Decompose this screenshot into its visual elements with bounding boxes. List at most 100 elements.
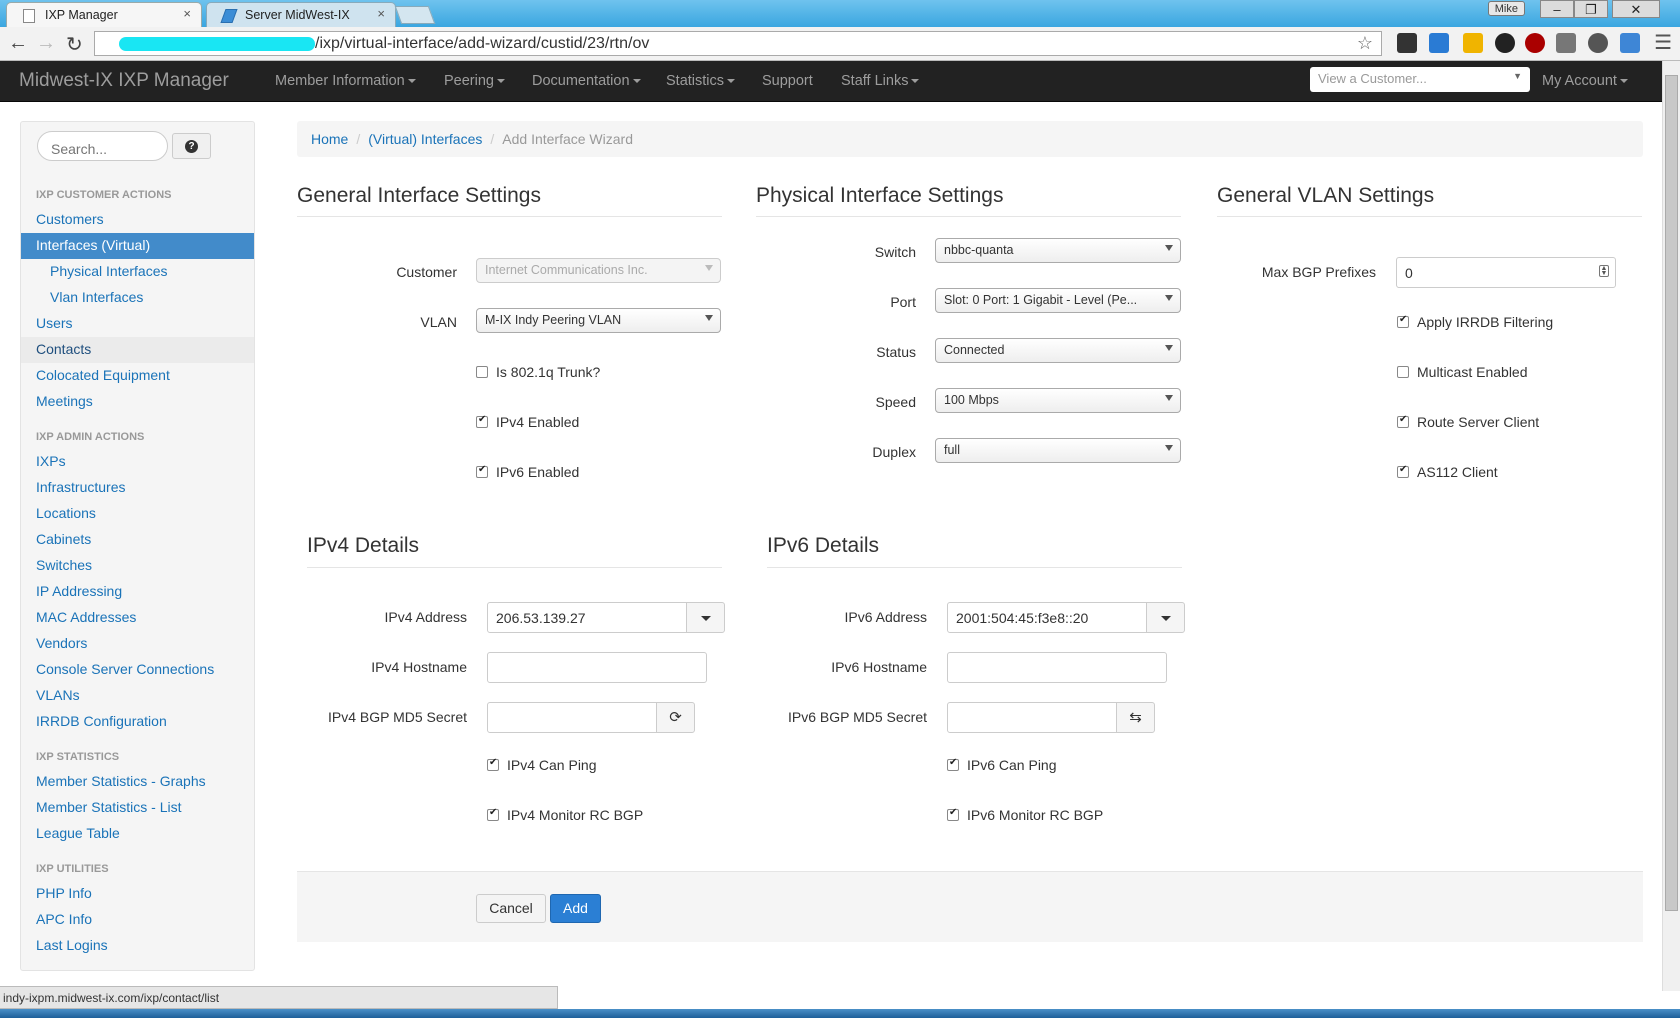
new-tab-button[interactable] bbox=[394, 6, 436, 24]
scrollbar-thumb[interactable] bbox=[1665, 75, 1678, 911]
extension-icon[interactable] bbox=[1556, 33, 1576, 53]
extension-icon[interactable] bbox=[1463, 33, 1483, 53]
clock-icon[interactable] bbox=[1588, 33, 1608, 53]
sidebar-item-physical-interfaces[interactable]: Physical Interfaces bbox=[21, 259, 254, 285]
nav-support[interactable]: Support bbox=[762, 73, 813, 89]
checkbox-box[interactable] bbox=[1397, 314, 1409, 328]
add-button[interactable]: Add bbox=[550, 894, 601, 923]
trunk-checkbox[interactable]: Is 802.1q Trunk? bbox=[476, 364, 600, 380]
switch-select[interactable]: nbbc-quanta bbox=[935, 238, 1181, 263]
number-spinner-icon[interactable]: ▲ ▼ bbox=[1599, 265, 1609, 277]
sidebar-item-mac-addresses[interactable]: MAC Addresses bbox=[21, 605, 254, 631]
sidebar-item-member-statistics-graphs[interactable]: Member Statistics - Graphs bbox=[21, 769, 254, 795]
ipv4-monitor-rc-bgp-checkbox[interactable]: IPv4 Monitor RC BGP bbox=[487, 807, 643, 823]
sidebar-item-cabinets[interactable]: Cabinets bbox=[21, 527, 254, 553]
ipv6-md5-generate-button[interactable]: ⇆ bbox=[1116, 702, 1155, 733]
sidebar-item-colocated-equipment[interactable]: Colocated Equipment bbox=[21, 363, 254, 389]
checkbox-box[interactable] bbox=[476, 414, 488, 428]
ipv4-address-input[interactable] bbox=[487, 602, 687, 633]
profile-badge[interactable]: Mike bbox=[1487, 1, 1525, 16]
sidebar-item-infrastructures[interactable]: Infrastructures bbox=[21, 475, 254, 501]
brand[interactable]: Midwest-IX IXP Manager bbox=[19, 70, 229, 92]
sidebar-item-league-table[interactable]: League Table bbox=[21, 821, 254, 847]
sidebar-item-last-logins[interactable]: Last Logins bbox=[21, 933, 254, 959]
ipv4-address-dropdown-button[interactable] bbox=[686, 602, 725, 633]
forward-arrow-icon[interactable]: → bbox=[36, 32, 56, 55]
search-help-button[interactable]: ? bbox=[172, 133, 211, 159]
duplex-select[interactable]: full bbox=[935, 438, 1181, 463]
browser-tab-server-midwest-ix[interactable]: Server MidWest-IX × bbox=[206, 2, 396, 27]
ipv6-hostname-input[interactable] bbox=[947, 652, 1167, 683]
ipv6-address-dropdown-button[interactable] bbox=[1146, 602, 1185, 633]
sidebar-item-contacts[interactable]: Contacts bbox=[21, 337, 254, 363]
sidebar-item-interfaces-virtual[interactable]: Interfaces (Virtual) bbox=[21, 233, 254, 259]
customer-select[interactable]: View a Customer... ▼ bbox=[1310, 67, 1530, 92]
extension-icon[interactable] bbox=[1620, 33, 1640, 53]
nav-my-account[interactable]: My Account bbox=[1542, 73, 1628, 89]
checkbox-box[interactable] bbox=[487, 757, 499, 771]
checkbox-box[interactable] bbox=[947, 757, 959, 771]
nav-peering[interactable]: Peering bbox=[444, 73, 505, 89]
page-scrollbar[interactable] bbox=[1662, 61, 1680, 991]
window-close-button[interactable]: ✕ bbox=[1612, 0, 1660, 18]
ipv4-can-ping-checkbox[interactable]: IPv4 Can Ping bbox=[487, 757, 597, 773]
sidebar-item-php-info[interactable]: PHP Info bbox=[21, 881, 254, 907]
sidebar-item-vlan-interfaces[interactable]: Vlan Interfaces bbox=[21, 285, 254, 311]
ublock-icon[interactable] bbox=[1525, 33, 1545, 53]
route-server-client-checkbox[interactable]: Route Server Client bbox=[1397, 414, 1539, 430]
checkbox-box[interactable] bbox=[1397, 366, 1409, 378]
sidebar-search-input[interactable] bbox=[37, 131, 168, 161]
sidebar-item-users[interactable]: Users bbox=[21, 311, 254, 337]
checkbox-box[interactable] bbox=[947, 807, 959, 821]
nav-documentation[interactable]: Documentation bbox=[532, 73, 641, 89]
ipv6-enabled-checkbox[interactable]: IPv6 Enabled bbox=[476, 464, 579, 480]
breadcrumb-home[interactable]: Home bbox=[311, 131, 348, 147]
extension-icon[interactable] bbox=[1397, 33, 1417, 53]
multicast-checkbox[interactable]: Multicast Enabled bbox=[1397, 364, 1528, 380]
max-bgp-prefixes-input[interactable] bbox=[1396, 257, 1616, 288]
checkbox-box[interactable] bbox=[476, 464, 488, 478]
nav-member-information[interactable]: Member Information bbox=[275, 73, 416, 89]
as112-client-checkbox[interactable]: AS112 Client bbox=[1397, 464, 1498, 480]
extension-icon[interactable] bbox=[1429, 33, 1449, 53]
bookmark-star-icon[interactable]: ☆ bbox=[1357, 32, 1373, 55]
checkbox-box[interactable] bbox=[1397, 464, 1409, 478]
browser-tab-ixp-manager[interactable]: IXP Manager × bbox=[6, 2, 202, 27]
ipv4-hostname-input[interactable] bbox=[487, 652, 707, 683]
irrdb-filtering-checkbox[interactable]: Apply IRRDB Filtering bbox=[1397, 314, 1553, 330]
nav-staff-links[interactable]: Staff Links bbox=[841, 73, 920, 89]
close-tab-icon[interactable]: × bbox=[377, 6, 385, 21]
ipv4-md5-generate-button[interactable]: ⟳ bbox=[656, 702, 695, 733]
sidebar-item-member-statistics-list[interactable]: Member Statistics - List bbox=[21, 795, 254, 821]
sidebar-item-vlans[interactable]: VLANs bbox=[21, 683, 254, 709]
ipv6-md5-input[interactable] bbox=[947, 702, 1117, 733]
sidebar-item-customers[interactable]: Customers bbox=[21, 207, 254, 233]
ipv4-md5-input[interactable] bbox=[487, 702, 657, 733]
status-select[interactable]: Connected bbox=[935, 338, 1181, 363]
vlan-select[interactable]: M-IX Indy Peering VLAN bbox=[476, 308, 721, 333]
ipv6-monitor-rc-bgp-checkbox[interactable]: IPv6 Monitor RC BGP bbox=[947, 807, 1103, 823]
checkbox-box[interactable] bbox=[1397, 414, 1409, 428]
browser-menu-icon[interactable]: ☰ bbox=[1654, 30, 1672, 55]
nav-statistics[interactable]: Statistics bbox=[666, 73, 736, 89]
sidebar-item-vendors[interactable]: Vendors bbox=[21, 631, 254, 657]
breadcrumb-virtual-interfaces[interactable]: (Virtual) Interfaces bbox=[368, 131, 482, 147]
ipv6-can-ping-checkbox[interactable]: IPv6 Can Ping bbox=[947, 757, 1057, 773]
sidebar-item-irrdb-configuration[interactable]: IRRDB Configuration bbox=[21, 709, 254, 735]
ipv4-enabled-checkbox[interactable]: IPv4 Enabled bbox=[476, 414, 579, 430]
sidebar-item-locations[interactable]: Locations bbox=[21, 501, 254, 527]
sidebar-item-meetings[interactable]: Meetings bbox=[21, 389, 254, 415]
speed-select[interactable]: 100 Mbps bbox=[935, 388, 1181, 413]
back-arrow-icon[interactable]: ← bbox=[8, 32, 28, 55]
checkbox-box[interactable] bbox=[476, 366, 488, 378]
reload-icon[interactable]: ↻ bbox=[66, 32, 83, 57]
sidebar-item-apc-info[interactable]: APC Info bbox=[21, 907, 254, 933]
port-select[interactable]: Slot: 0 Port: 1 Gigabit - Level (Pe... bbox=[935, 288, 1181, 313]
sidebar-item-ip-addressing[interactable]: IP Addressing bbox=[21, 579, 254, 605]
restore-button[interactable]: ❐ bbox=[1574, 0, 1608, 18]
sidebar-item-console-server-connections[interactable]: Console Server Connections bbox=[21, 657, 254, 683]
sidebar-item-switches[interactable]: Switches bbox=[21, 553, 254, 579]
address-bar[interactable]: /ixp/virtual-interface/add-wizard/custid… bbox=[94, 31, 1382, 56]
minimize-button[interactable]: – bbox=[1540, 0, 1574, 18]
checkbox-box[interactable] bbox=[487, 807, 499, 821]
